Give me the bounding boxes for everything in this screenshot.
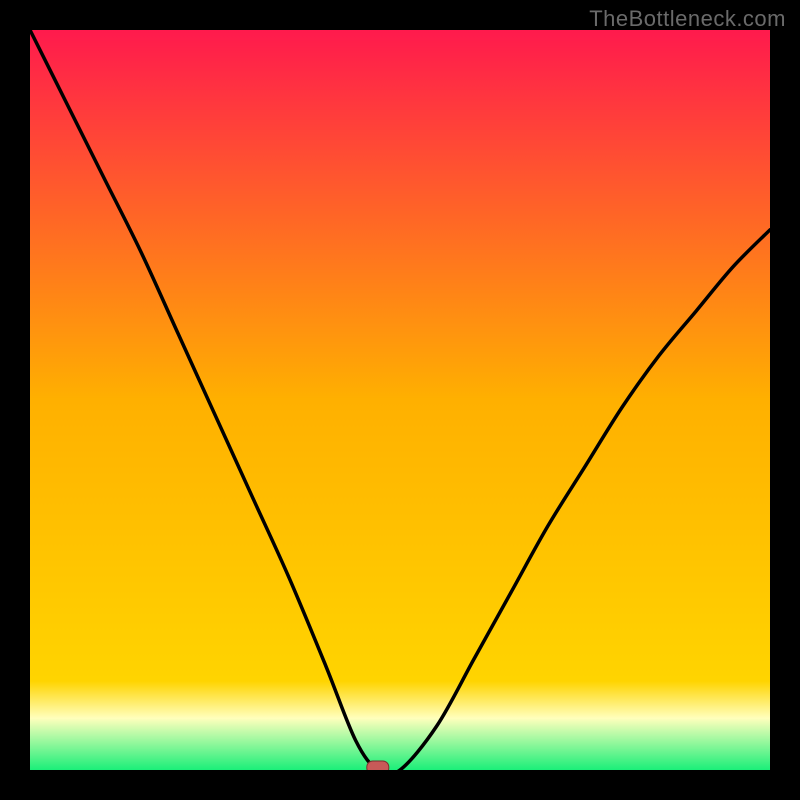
bottleneck-chart: [30, 30, 770, 770]
gradient-background: [30, 30, 770, 770]
plot-area: [30, 30, 770, 770]
watermark-text: TheBottleneck.com: [589, 6, 786, 32]
optimal-marker: [367, 761, 389, 770]
chart-frame: { "watermark": "TheBottleneck.com", "col…: [0, 0, 800, 800]
